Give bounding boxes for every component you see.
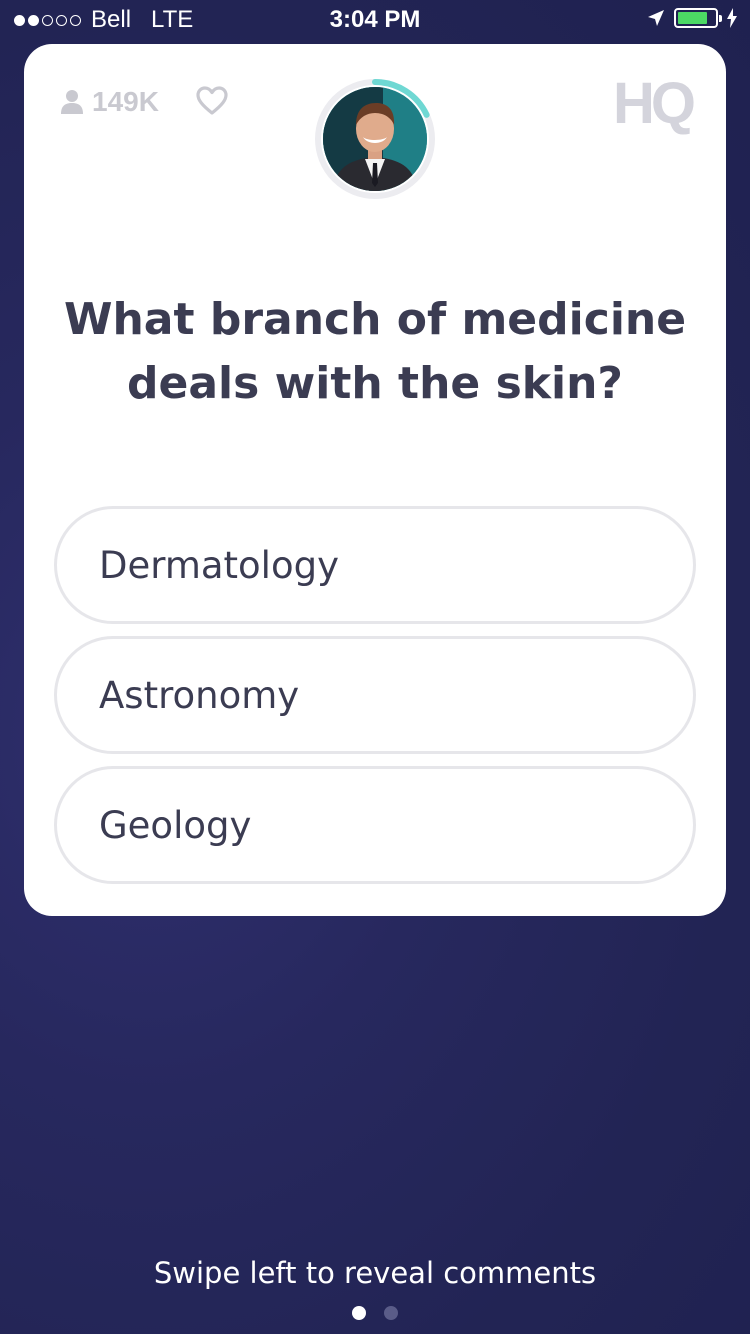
- person-icon: [61, 90, 83, 114]
- status-bar: Bell LTE 3:04 PM: [0, 0, 750, 40]
- page-indicator[interactable]: [0, 1306, 750, 1320]
- question-card: 149K HQ What branch of medicine deals wi…: [24, 44, 726, 916]
- heart-icon[interactable]: [196, 86, 228, 116]
- host-avatar: [323, 87, 427, 191]
- page-dot-1[interactable]: [352, 1306, 366, 1320]
- status-right: [646, 8, 738, 28]
- page-dot-2[interactable]: [384, 1306, 398, 1320]
- battery-icon: [674, 8, 722, 28]
- answer-label: Astronomy: [99, 673, 300, 717]
- swipe-hint: Swipe left to reveal comments: [153, 1256, 597, 1290]
- answer-label: Geology: [99, 803, 252, 847]
- answer-label: Dermatology: [99, 543, 339, 587]
- answer-option-1[interactable]: Dermatology: [54, 506, 696, 624]
- host-avatar-timer: [314, 78, 436, 200]
- hq-logo: HQ: [613, 71, 696, 136]
- viewer-count: 149K: [60, 86, 159, 118]
- answer-option-3[interactable]: Geology: [54, 766, 696, 884]
- charging-bolt-icon: [727, 8, 737, 28]
- status-time: 3:04 PM: [329, 6, 421, 33]
- battery-level: [678, 12, 707, 24]
- question-text: What branch of medicine deals with the s…: [63, 294, 687, 409]
- host-portrait: [323, 87, 427, 191]
- viewer-count-label: 149K: [92, 86, 159, 117]
- answer-option-2[interactable]: Astronomy: [54, 636, 696, 754]
- location-arrow-icon: [648, 10, 664, 26]
